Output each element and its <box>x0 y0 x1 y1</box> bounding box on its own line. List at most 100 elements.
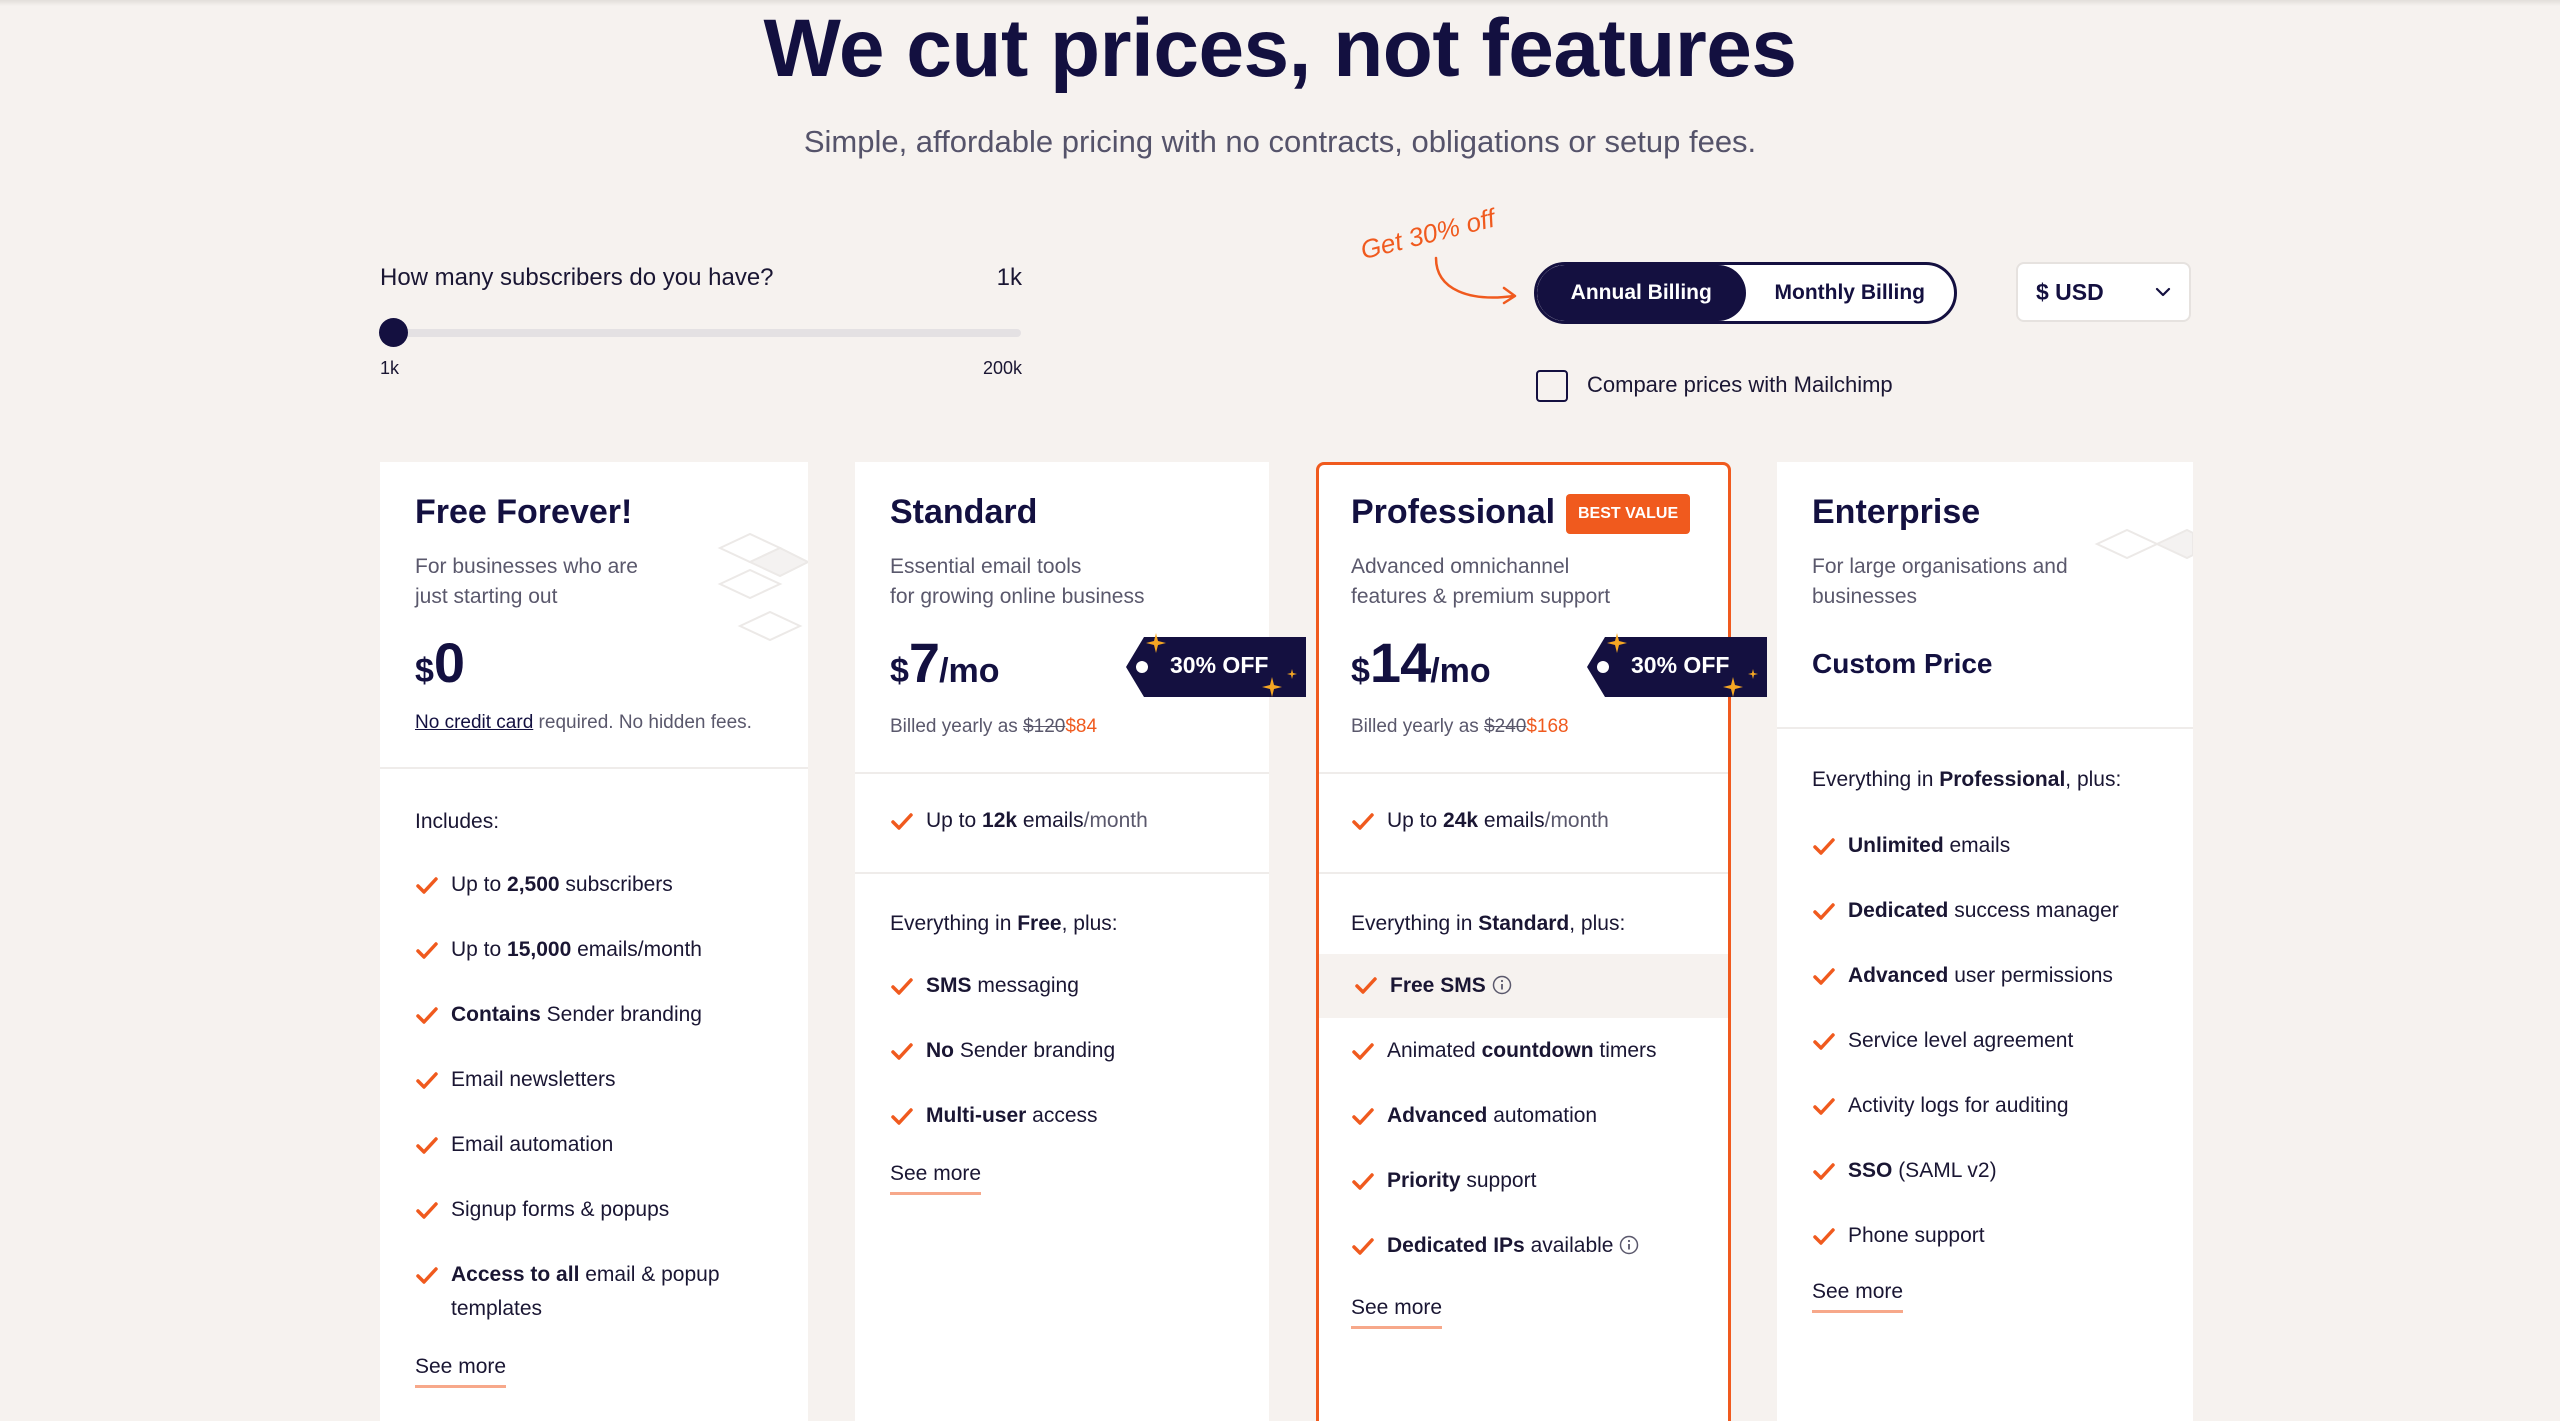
plan-description: Advanced omnichannel features & premium s… <box>1351 555 1611 608</box>
info-icon[interactable] <box>1619 1235 1639 1255</box>
info-icon[interactable] <box>1492 975 1512 995</box>
plan-price: $0 <box>415 631 465 694</box>
annual-billing-button[interactable]: Annual Billing <box>1537 265 1746 321</box>
check-icon <box>1813 903 1835 920</box>
page-subtitle: Simple, affordable pricing with no contr… <box>803 124 1757 159</box>
feature-item: Free SMS <box>1319 954 1728 1018</box>
discount-tag-label: 30% OFF <box>1631 652 1730 678</box>
feature-item: Email newsletters <box>415 1063 755 1097</box>
feature-text: Activity logs for auditing <box>1848 1094 2069 1117</box>
no-credit-card-link[interactable]: No credit card <box>415 712 533 733</box>
billing-toggle: Annual Billing Monthly Billing <box>1534 262 1957 324</box>
check-icon <box>416 942 438 959</box>
divider <box>855 772 1269 774</box>
plan-card-standard: Standard Essential email tools for growin… <box>855 462 1269 1421</box>
feature-item: Activity logs for auditing <box>1812 1089 2152 1123</box>
divider <box>855 872 1269 874</box>
feature-item: Unlimited emails <box>1812 829 2152 863</box>
feature-item: Access to all email & popup templates <box>415 1258 755 1326</box>
compare-checkbox[interactable] <box>1536 370 1568 402</box>
feature-item: Up to 2,500 subscribers <box>415 868 755 902</box>
feature-text: Dedicated IPs available <box>1387 1229 1639 1263</box>
feature-text: No Sender branding <box>926 1039 1116 1062</box>
feature-text: Multi-user access <box>926 1104 1098 1127</box>
everything-in-heading: Everything in Professional, plus: <box>1812 768 2122 791</box>
see-more-link[interactable]: See more <box>1812 1280 1904 1313</box>
check-icon <box>416 1267 438 1284</box>
feature-item: Up to 15,000 emails/month <box>415 933 755 967</box>
see-more-link[interactable]: See more <box>415 1355 507 1388</box>
email-quota: Up to 24k emails/month <box>1351 804 1691 838</box>
everything-in-heading: Everything in Standard, plus: <box>1351 912 1626 935</box>
check-icon <box>1813 838 1835 855</box>
feature-text: Free SMS <box>1390 969 1512 1003</box>
check-icon <box>416 1137 438 1154</box>
see-more-link[interactable]: See more <box>1351 1296 1443 1329</box>
currency-value: $ USD <box>2036 278 2104 305</box>
feature-item: Advanced automation <box>1351 1099 1691 1133</box>
feature-text: Advanced automation <box>1387 1104 1598 1127</box>
feature-text: Phone support <box>1848 1224 1985 1247</box>
feature-item: Animated countdown timers <box>1351 1034 1691 1068</box>
plan-title: Enterprise <box>1812 493 1981 531</box>
compare-label: Compare prices with Mailchimp <box>1587 372 1893 397</box>
check-icon <box>1352 1043 1374 1060</box>
check-icon <box>1813 1098 1835 1115</box>
check-icon <box>891 1043 913 1060</box>
divider <box>380 767 808 769</box>
check-icon <box>1352 1108 1374 1125</box>
plan-description: Essential email tools for growing online … <box>890 555 1145 608</box>
feature-text: Contains Sender branding <box>451 1003 702 1026</box>
feature-item: Dedicated IPs available <box>1351 1229 1691 1263</box>
feature-text: SSO (SAML v2) <box>1848 1159 1997 1182</box>
feature-text: Priority support <box>1387 1169 1537 1192</box>
check-icon <box>416 1007 438 1024</box>
subscriber-slider-thumb[interactable] <box>379 318 408 347</box>
feature-item: Dedicated success manager <box>1812 894 2152 928</box>
check-icon <box>416 1072 438 1089</box>
plan-title: Free Forever! <box>415 493 633 531</box>
feature-item: SMS messaging <box>890 969 1230 1003</box>
discount-tag: 30% OFF <box>1122 633 1310 701</box>
feature-item: Priority support <box>1351 1164 1691 1198</box>
check-icon <box>416 1202 438 1219</box>
feature-text: Unlimited emails <box>1848 834 2011 857</box>
feature-item: Contains Sender branding <box>415 998 755 1032</box>
feature-text: Access to all email & popup templates <box>451 1263 720 1320</box>
check-icon <box>1813 968 1835 985</box>
see-more-link[interactable]: See more <box>890 1162 982 1195</box>
feature-text: Advanced user permissions <box>1848 964 2113 987</box>
check-icon <box>1352 1238 1374 1255</box>
subscriber-slider-track[interactable] <box>385 329 1021 337</box>
feature-item: Service level agreement <box>1812 1024 2152 1058</box>
billed-yearly: Billed yearly as $240$168 <box>1351 716 1569 737</box>
plan-price: $7/mo <box>890 631 1000 694</box>
check-icon <box>1813 1163 1835 1180</box>
feature-text: Email newsletters <box>451 1068 616 1091</box>
page-title: We cut prices, not features <box>763 3 1797 94</box>
currency-select[interactable]: $ USD <box>2016 262 2191 322</box>
divider <box>1319 872 1728 874</box>
feature-item: Email automation <box>415 1128 755 1162</box>
feature-text: Up to 2,500 subscribers <box>451 873 673 896</box>
no-credit-card-note: No credit card required. No hidden fees. <box>415 712 752 733</box>
plan-title: Standard <box>890 493 1038 531</box>
feature-text: Dedicated success manager <box>1848 899 2119 922</box>
discount-tag: 30% OFF <box>1583 633 1771 701</box>
plan-card-professional: Professional BEST VALUE Advanced omnicha… <box>1316 462 1731 1421</box>
plan-title: Professional <box>1351 493 1556 531</box>
curved-arrow-icon <box>1434 256 1517 305</box>
slider-max-label: 200k <box>982 358 1022 378</box>
subscriber-value: 1k <box>996 264 1022 291</box>
custom-price: Custom Price <box>1812 648 1993 679</box>
feature-text: Signup forms & popups <box>451 1198 670 1221</box>
divider <box>1777 727 2193 729</box>
everything-in-heading: Everything in Free, plus: <box>890 912 1118 935</box>
slider-min-label: 1k <box>380 358 400 378</box>
feature-text: Animated countdown timers <box>1387 1039 1657 1062</box>
feature-text: Up to 15,000 emails/month <box>451 938 702 961</box>
plan-price: $14/mo <box>1351 631 1491 694</box>
check-icon <box>1813 1033 1835 1050</box>
monthly-billing-button[interactable]: Monthly Billing <box>1746 265 1955 321</box>
feature-item: Multi-user access <box>890 1099 1230 1133</box>
